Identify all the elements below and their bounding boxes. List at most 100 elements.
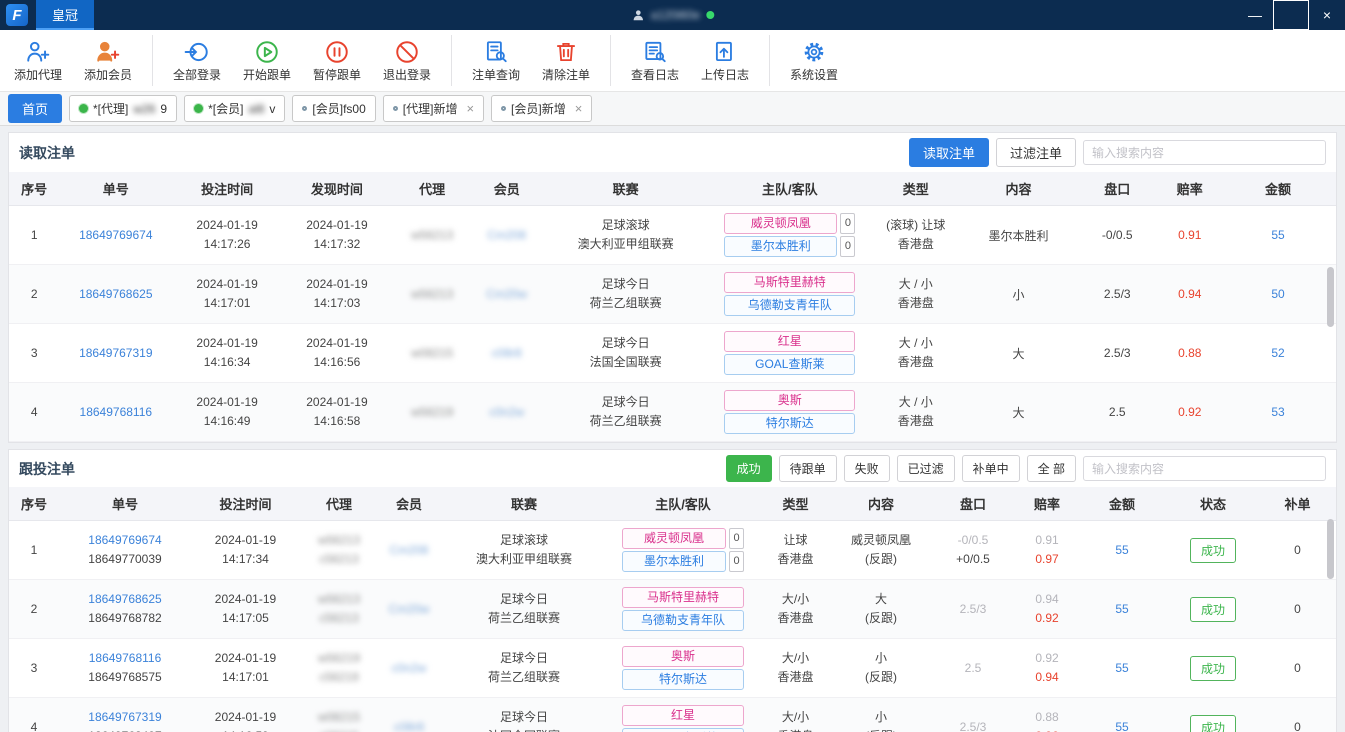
cell-bet-time: 2024-01-1914:17:05 [191, 580, 300, 639]
cell-seq: 1 [9, 521, 59, 580]
cell-league: 足球滚球澳大利亚甲组联赛 [541, 206, 710, 265]
cell-amount: 50 [1220, 265, 1336, 324]
table-row: 2 1864976862518649768782 2024-01-1914:17… [9, 580, 1336, 639]
scrollbar-thumb[interactable] [1327, 267, 1334, 327]
app-tab-crown[interactable]: 皇冠 [36, 0, 94, 30]
text-line: 2.5/3 [931, 600, 1015, 619]
cell-odds: 0.920.94 [1017, 639, 1077, 698]
filter-bets-button[interactable]: 过滤注单 [996, 138, 1076, 167]
text-line: 0.88 [1019, 708, 1075, 727]
cell-teams: 威灵顿凤凰0 墨尔本胜利0 [710, 206, 869, 265]
section-title: 读取注单 [19, 143, 75, 163]
agent-name: w56213 [411, 287, 453, 301]
filter-all-button[interactable]: 全 部 [1027, 455, 1076, 482]
cell-bet-no: 18649767319 [59, 324, 172, 383]
bet-number-link[interactable]: 18649768625 [79, 287, 152, 301]
bet-number-link[interactable]: 18649768625 [61, 590, 189, 609]
table-row: 4 1864976731918649768497 2024-01-1914:16… [9, 698, 1336, 732]
text-line: 大 / 小 [871, 275, 960, 294]
read-search-input[interactable] [1083, 140, 1326, 165]
minimize-button[interactable]: — [1237, 0, 1273, 30]
cell-amount: 55 [1077, 639, 1167, 698]
cell-member: c08r8 [472, 324, 541, 383]
cell-agent: w56213 [392, 206, 473, 265]
tab-member-1[interactable]: *[会员]al8v [184, 95, 285, 122]
filter-filtered-button[interactable]: 已过滤 [897, 455, 955, 482]
add-agent-button[interactable]: 添加代理 [12, 39, 64, 83]
close-button[interactable]: × [1309, 0, 1345, 30]
tab-label: 9 [160, 102, 167, 116]
bet-number-link[interactable]: 18649767319 [61, 708, 189, 727]
clear-bets-button[interactable]: 清除注单 [540, 39, 592, 83]
status-badge: 成功 [1190, 656, 1236, 681]
tab-member-fs00[interactable]: [会员]fs00 [292, 95, 375, 122]
clear-bets-icon [553, 39, 579, 65]
logout-button[interactable]: 退出登录 [381, 39, 433, 83]
view-log-button[interactable]: 查看日志 [629, 39, 681, 83]
bet-number-link[interactable]: 18649767319 [79, 346, 152, 360]
text-line: 0.92 [1019, 649, 1075, 668]
text-line: 14:17:01 [193, 668, 298, 687]
bet-query-button[interactable]: 注单查询 [470, 39, 522, 83]
text-line: 大 [835, 590, 927, 609]
cell-member: Cm20w [472, 265, 541, 324]
upload-log-button[interactable]: 上传日志 [699, 39, 751, 83]
filter-pending-button[interactable]: 待跟单 [779, 455, 837, 482]
tab-close-icon[interactable]: × [466, 101, 474, 116]
settings-button[interactable]: 系统设置 [788, 39, 840, 83]
follow-search-input[interactable] [1083, 456, 1326, 481]
away-team: 墨尔本胜利 [622, 551, 726, 572]
away-score: 0 [840, 236, 855, 257]
text-line: 法国全国联赛 [442, 727, 606, 732]
filter-failed-button[interactable]: 失败 [844, 455, 890, 482]
scrollbar-thumb[interactable] [1327, 519, 1334, 579]
tab-label-blur: al8 [248, 102, 264, 116]
pause-follow-button[interactable]: 暂停跟单 [311, 39, 363, 83]
cell-found-time: 2024-01-1914:16:58 [282, 383, 392, 442]
tab-home[interactable]: 首页 [8, 94, 62, 123]
filter-patching-button[interactable]: 补单中 [962, 455, 1020, 482]
start-follow-icon [254, 39, 280, 65]
text-line: 0.94 [1019, 668, 1075, 687]
col-header: 单号 [59, 172, 172, 206]
tab-close-icon[interactable]: × [575, 101, 583, 116]
tab-label: [会员]fs00 [312, 100, 365, 117]
login-all-button[interactable]: 全部登录 [171, 39, 223, 83]
cell-content: 威灵顿凤凰(反跟) [833, 521, 929, 580]
tool-label: 全部登录 [173, 66, 221, 83]
bet-number-link[interactable]: 18649769674 [61, 531, 189, 550]
cell-status: 成功 [1167, 521, 1259, 580]
text-line: 14:16:59 [193, 727, 298, 732]
add-member-button[interactable]: 添加会员 [82, 39, 134, 83]
text-line: 14:17:26 [174, 235, 280, 254]
online-status-dot [706, 11, 714, 19]
bet-number-link[interactable]: 18649769674 [79, 228, 152, 242]
cell-status: 成功 [1167, 580, 1259, 639]
tab-agent-new[interactable]: [代理]新增 × [383, 95, 484, 122]
bet-number-link[interactable]: 18649768116 [61, 649, 189, 668]
cell-member: c0n2w [378, 639, 440, 698]
cell-league: 足球今日荷兰乙组联赛 [541, 265, 710, 324]
status-badge: 成功 [1190, 597, 1236, 622]
cell-type: 大 / 小香港盘 [869, 383, 962, 442]
cell-seq: 1 [9, 206, 59, 265]
col-header: 发现时间 [282, 172, 392, 206]
follow-bet-number: 18649768575 [61, 668, 189, 687]
text-line: 14:17:01 [174, 294, 280, 313]
user-account[interactable]: a120i60e [631, 8, 714, 22]
cell-bet-nos: 1864976811618649768575 [59, 639, 191, 698]
maximize-button[interactable] [1273, 0, 1309, 30]
text-line: 香港盘 [871, 353, 960, 372]
bet-number-link[interactable]: 18649768116 [80, 405, 153, 419]
text-line: 香港盘 [871, 235, 960, 254]
cell-agent: w56213 [392, 265, 473, 324]
start-follow-button[interactable]: 开始跟单 [241, 39, 293, 83]
home-team: 奥斯 [724, 390, 855, 411]
tab-agent-1[interactable]: *[代理]w269 [69, 95, 177, 122]
filter-success-button[interactable]: 成功 [726, 455, 772, 482]
follow-bets-table: 序号 单号 投注时间 代理 会员 联赛 主队/客队 类型 内容 盘口 赔率 金额… [9, 487, 1336, 732]
read-bets-button[interactable]: 读取注单 [909, 138, 989, 167]
tab-member-new[interactable]: [会员]新增 × [491, 95, 592, 122]
text-line: 2024-01-19 [193, 531, 298, 550]
online-dot-icon [79, 104, 88, 113]
